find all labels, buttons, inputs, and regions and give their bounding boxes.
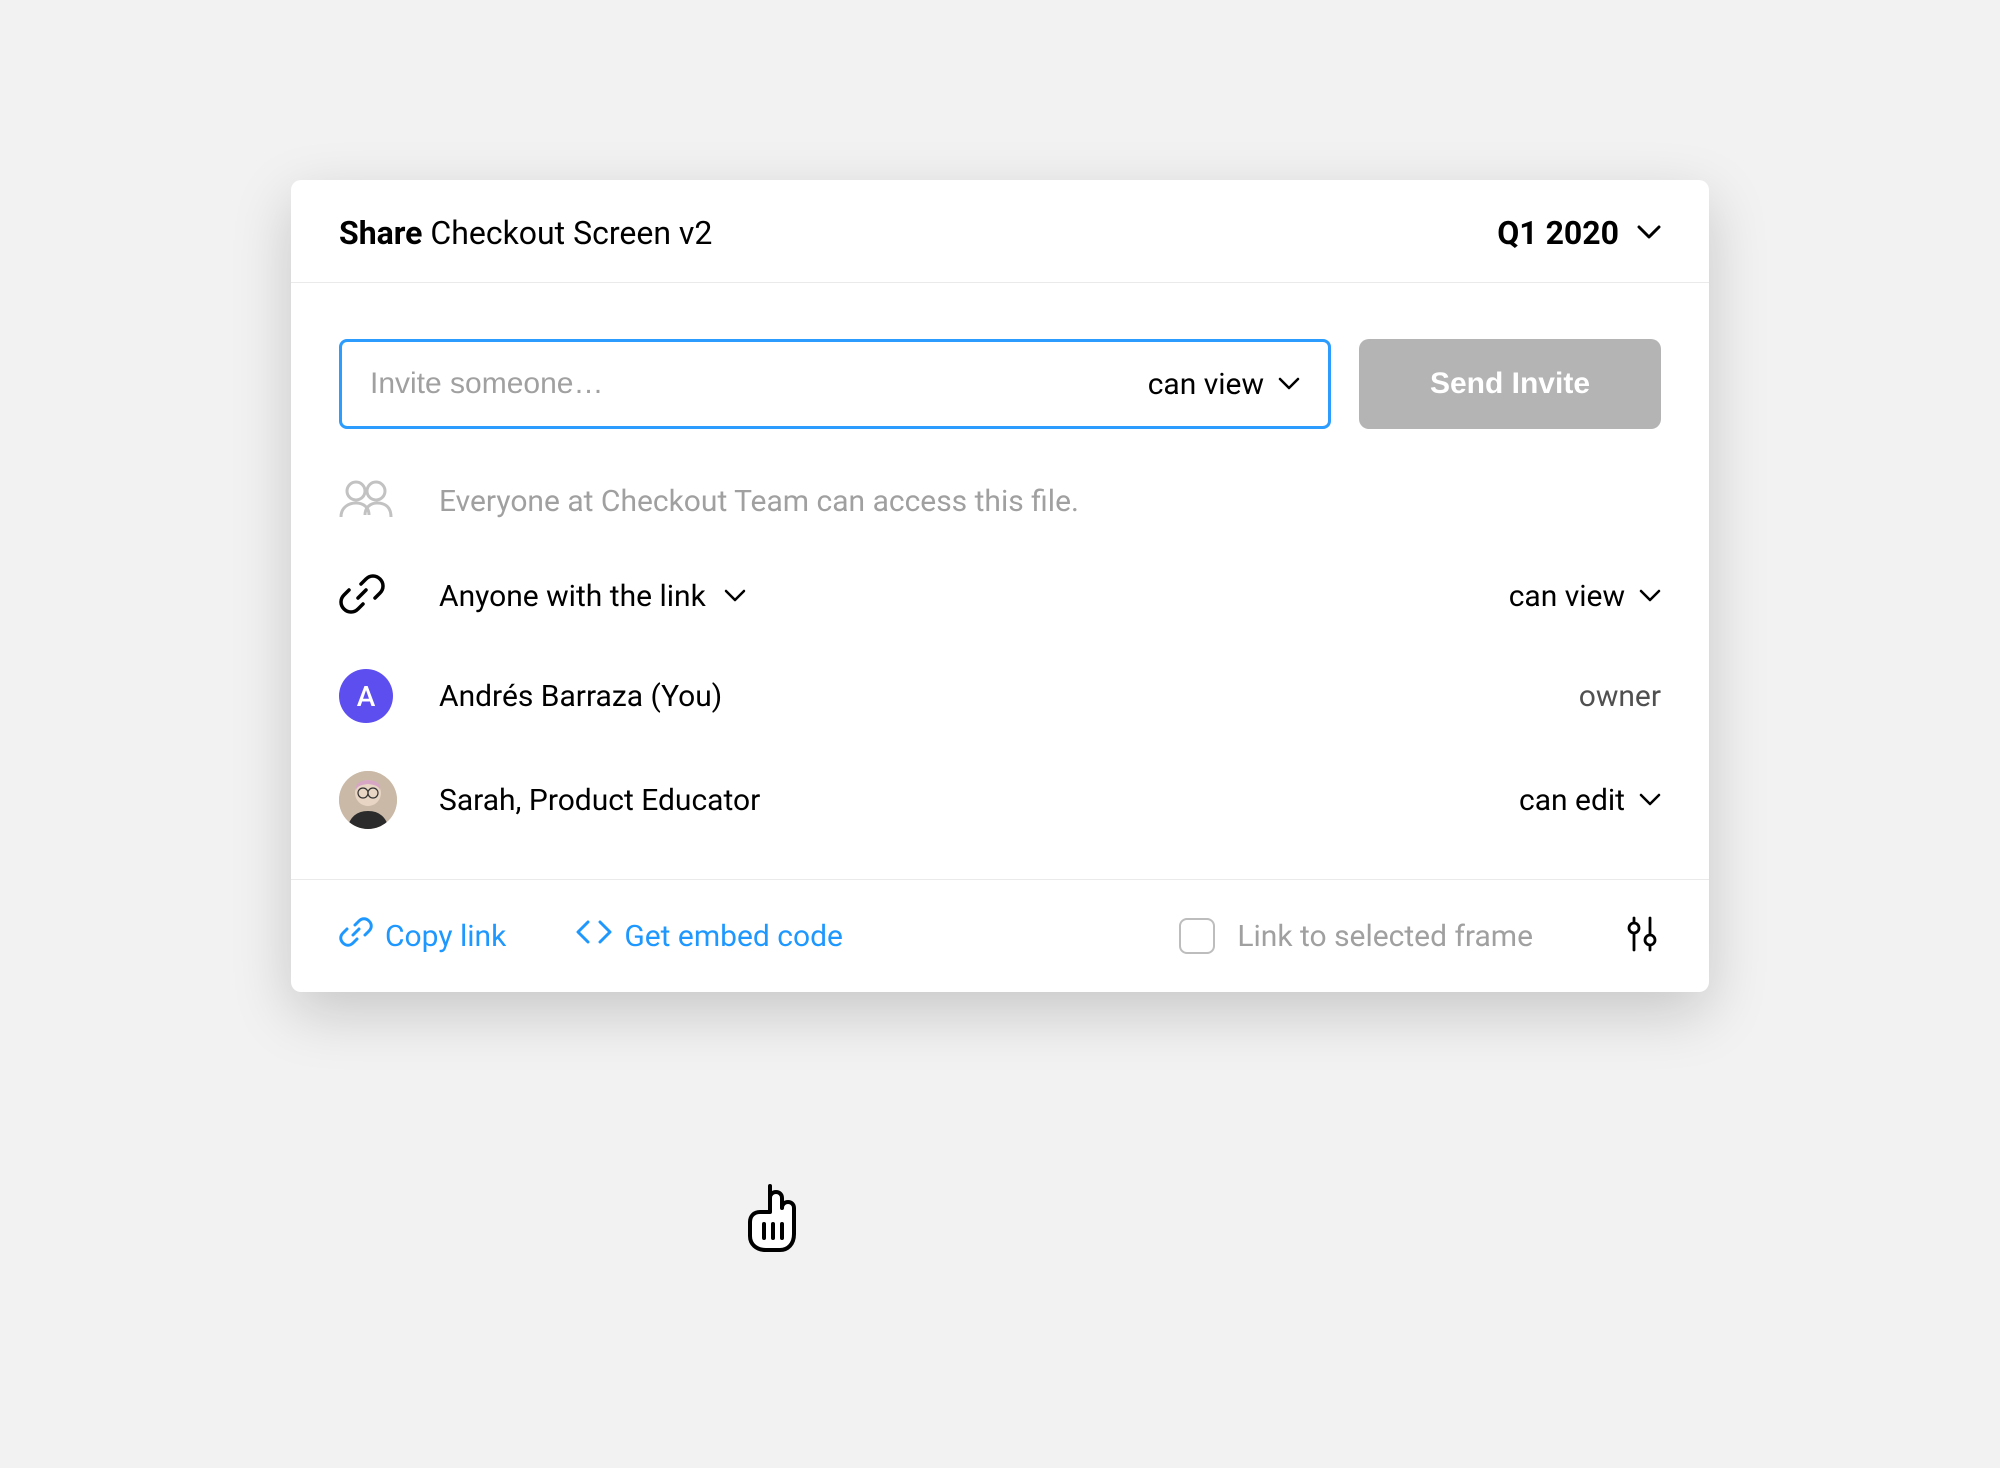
team-access-text: Everyone at Checkout Team can access thi… (439, 484, 1079, 519)
chevron-down-icon (1639, 587, 1661, 606)
pointer-cursor-icon (740, 1180, 802, 1258)
sliders-icon (1623, 939, 1661, 958)
person-role: owner (1579, 679, 1661, 714)
person-role-dropdown[interactable]: can edit (1519, 783, 1661, 818)
file-name: Checkout Screen v2 (430, 214, 712, 252)
role-label: can edit (1519, 783, 1625, 818)
avatar: A (339, 669, 393, 723)
project-switcher[interactable]: Q1 2020 (1497, 214, 1661, 252)
share-label: Share (339, 214, 422, 252)
invite-input[interactable] (370, 367, 1148, 401)
invite-permission-dropdown[interactable]: can view (1148, 367, 1300, 402)
project-name: Q1 2020 (1497, 214, 1619, 252)
chevron-down-icon (724, 587, 746, 606)
role-label: owner (1579, 679, 1661, 714)
link-permission-label: can view (1509, 579, 1625, 614)
team-access-row: Everyone at Checkout Team can access thi… (339, 479, 1661, 523)
dialog-body: can view Send Invite (291, 283, 1709, 879)
invite-field[interactable]: can view (339, 339, 1331, 429)
person-row: A Andrés Barraza (You) owner (339, 669, 1661, 723)
person-name: Sarah, Product Educator (439, 783, 760, 818)
avatar (339, 771, 397, 829)
link-access-scope-dropdown[interactable]: Anyone with the link (439, 579, 746, 614)
link-icon (339, 571, 385, 621)
checkbox-icon (1179, 918, 1215, 954)
share-dialog: Share Checkout Screen v2 Q1 2020 can vie… (291, 180, 1709, 992)
chevron-down-icon (1639, 791, 1661, 810)
copy-link-label: Copy link (385, 919, 506, 954)
person-name: Andrés Barraza (You) (439, 679, 722, 714)
code-icon (576, 918, 612, 954)
chevron-down-icon (1637, 224, 1661, 243)
link-icon (339, 915, 373, 957)
link-access-label: Anyone with the link (439, 579, 706, 614)
person-row: Sarah, Product Educator can edit (339, 771, 1661, 829)
copy-link-button[interactable]: Copy link (339, 915, 506, 957)
embed-code-label: Get embed code (624, 919, 843, 954)
link-permission-dropdown[interactable]: can view (1509, 579, 1661, 614)
link-to-frame-toggle[interactable]: Link to selected frame (1179, 918, 1533, 954)
chevron-down-icon (1278, 375, 1300, 394)
link-access-row: Anyone with the link can view (339, 571, 1661, 621)
embed-code-button[interactable]: Get embed code (576, 918, 843, 954)
invite-row: can view Send Invite (339, 339, 1661, 429)
send-invite-button[interactable]: Send Invite (1359, 339, 1661, 429)
people-group-icon (339, 479, 393, 523)
avatar-initial: A (357, 680, 376, 713)
share-settings-button[interactable] (1623, 914, 1661, 958)
invite-permission-label: can view (1148, 367, 1264, 402)
link-to-frame-label: Link to selected frame (1237, 919, 1533, 954)
dialog-footer: Copy link Get embed code Link to selecte… (291, 879, 1709, 992)
dialog-header: Share Checkout Screen v2 Q1 2020 (291, 180, 1709, 283)
access-list: Everyone at Checkout Team can access thi… (339, 479, 1661, 829)
dialog-title: Share Checkout Screen v2 (339, 214, 712, 252)
